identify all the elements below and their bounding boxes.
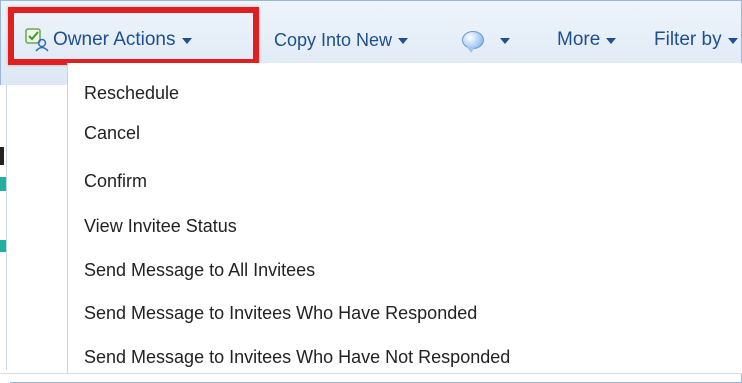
more-button[interactable]: More	[557, 25, 617, 55]
menu-item-view-invitee-status[interactable]: View Invitee Status	[84, 213, 237, 239]
more-label: More	[557, 29, 601, 50]
menu-item-message-responded[interactable]: Send Message to Invitees Who Have Respon…	[84, 300, 477, 326]
highlight-box	[8, 7, 259, 65]
caret-down-icon	[398, 38, 409, 44]
left-edge-clip	[0, 85, 10, 383]
owner-actions-menu: Reschedule Cancel Confirm View Invitee S…	[67, 63, 742, 373]
filter-by-button[interactable]: Filter by	[654, 25, 738, 55]
filter-by-label: Filter by	[654, 29, 722, 50]
menu-item-reschedule[interactable]: Reschedule	[84, 80, 179, 106]
menu-item-cancel[interactable]: Cancel	[84, 120, 140, 146]
caret-down-icon	[500, 38, 510, 44]
left-divider	[6, 85, 7, 370]
menu-item-message-not-responded[interactable]: Send Message to Invitees Who Have Not Re…	[84, 344, 510, 370]
caret-down-icon	[606, 38, 617, 44]
chat-bubble-icon	[462, 31, 484, 53]
copy-into-new-label: Copy Into New	[274, 29, 393, 50]
menu-item-confirm[interactable]: Confirm	[84, 168, 147, 194]
copy-into-new-button[interactable]: Copy Into New	[274, 25, 409, 55]
edge-artifact	[0, 147, 4, 165]
screenshot-stage: Owner Actions Copy Into New More Filter …	[0, 0, 742, 383]
menu-item-message-all[interactable]: Send Message to All Invitees	[84, 257, 315, 283]
caret-down-icon	[727, 38, 738, 44]
chat-button[interactable]	[462, 25, 510, 55]
bottom-divider	[0, 373, 742, 374]
